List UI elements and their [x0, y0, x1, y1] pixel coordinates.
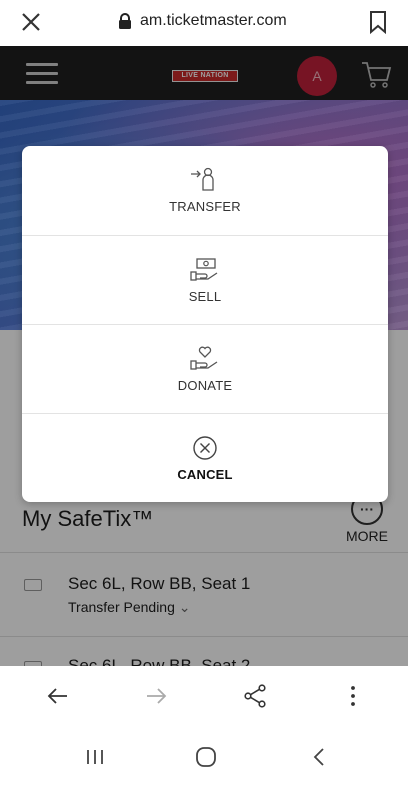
transfer-option[interactable]: TRANSFER	[22, 146, 388, 235]
url-text: am.ticketmaster.com	[140, 12, 287, 29]
donate-option[interactable]: DONATE	[22, 324, 388, 413]
donate-label: DONATE	[177, 378, 233, 393]
home-icon[interactable]	[193, 744, 219, 770]
url-field[interactable]: am.ticketmaster.com	[118, 12, 287, 30]
back-arrow-icon[interactable]	[44, 682, 72, 710]
cancel-label: CANCEL	[177, 467, 233, 482]
forward-arrow-icon	[147, 688, 167, 704]
transfer-user-icon	[191, 167, 214, 191]
browser-url-bar: am.ticketmaster.com	[0, 0, 408, 46]
cancel-option[interactable]: CANCEL	[22, 413, 388, 502]
hand-heart-icon	[190, 346, 218, 370]
sell-option[interactable]: SELL	[22, 235, 388, 324]
transfer-label: TRANSFER	[169, 199, 241, 214]
close-circle-icon	[193, 436, 217, 460]
share-icon[interactable]	[241, 682, 269, 710]
lock-icon	[119, 12, 131, 29]
recent-apps-icon[interactable]	[82, 744, 108, 770]
bookmark-icon[interactable]	[368, 9, 388, 35]
ticketmaster-page: am.ticketmaster.com LIVE NATION A My Saf…	[0, 0, 408, 785]
overflow-menu-icon[interactable]	[339, 682, 367, 710]
sell-label: SELL	[188, 289, 222, 304]
ticket-actions-modal: TRANSFER SELL DONATE CANCEL	[22, 146, 388, 502]
system-back-icon[interactable]	[307, 744, 333, 770]
hand-cash-icon	[190, 258, 218, 281]
close-tab-icon[interactable]	[18, 9, 44, 35]
browser-nav-bar	[0, 666, 408, 726]
system-nav-bar	[0, 726, 408, 785]
